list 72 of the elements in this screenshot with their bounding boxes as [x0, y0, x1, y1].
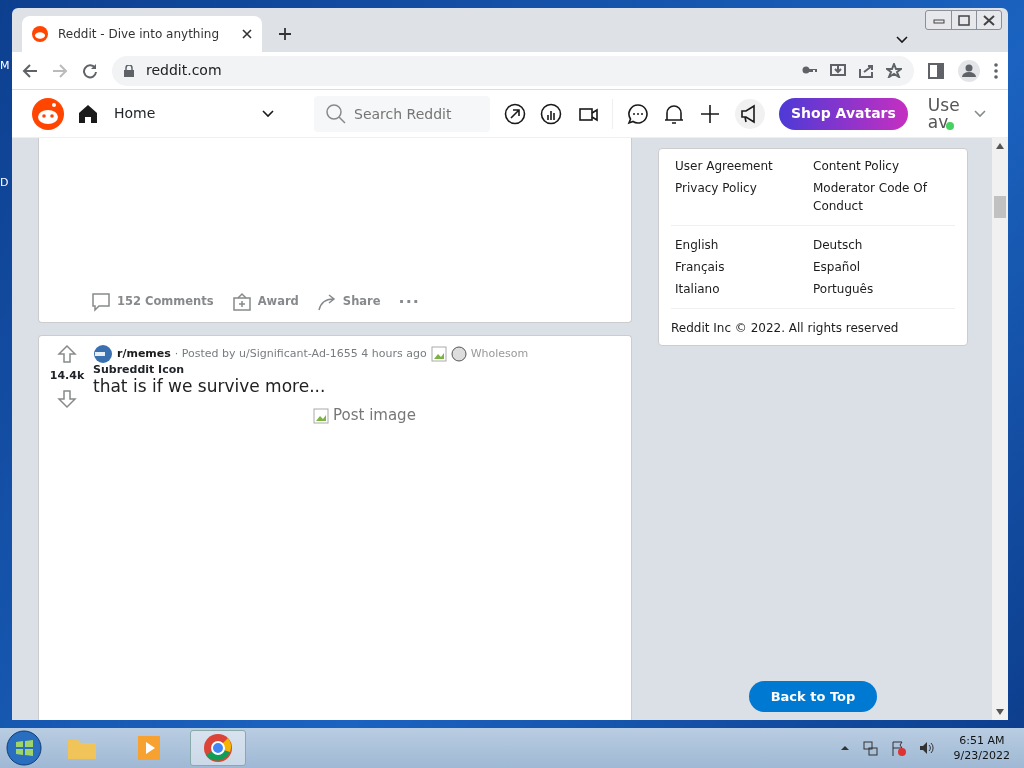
- policy-link[interactable]: User Agreement: [675, 157, 813, 175]
- chat-bubble-icon[interactable]: [627, 102, 649, 125]
- language-link[interactable]: Italiano: [675, 280, 813, 298]
- bar-chart-icon[interactable]: [540, 102, 562, 125]
- back-to-top-button[interactable]: Back to Top: [749, 681, 877, 712]
- language-link[interactable]: Português: [813, 280, 951, 298]
- post-title[interactable]: that is if we survive more...: [93, 376, 631, 397]
- close-icon[interactable]: [982, 13, 996, 27]
- feed-dropdown[interactable]: Home: [78, 103, 274, 124]
- policy-link[interactable]: Privacy Policy: [675, 179, 813, 215]
- share-icon: [316, 292, 337, 312]
- megaphone-icon[interactable]: [735, 98, 765, 129]
- clock[interactable]: 6:51 AM 9/23/2022: [953, 732, 1010, 764]
- icon-alt-text: Subreddit Icon: [93, 364, 186, 377]
- scroll-up-icon[interactable]: [995, 142, 1005, 150]
- coin-icon: [450, 346, 467, 362]
- chevron-down-icon[interactable]: [896, 36, 908, 44]
- image-alt-text: Post image: [333, 405, 416, 427]
- network-icon[interactable]: [861, 740, 878, 756]
- tab-title: Reddit - Dive into anything: [58, 26, 220, 43]
- language-link[interactable]: Français: [675, 258, 813, 276]
- maximize-icon[interactable]: [957, 13, 971, 27]
- tray-arrow-icon[interactable]: [839, 743, 850, 753]
- comments-icon: [91, 292, 111, 312]
- address-text: reddit.com: [146, 61, 222, 80]
- subreddit-link[interactable]: r/memes: [117, 345, 171, 363]
- username-text: av: [927, 113, 950, 131]
- browser-tab[interactable]: Reddit - Dive into anything: [22, 16, 262, 52]
- plus-icon[interactable]: [699, 102, 721, 125]
- back-arrow-icon[interactable]: [22, 62, 38, 79]
- award-alt-text: Wholesom: [470, 345, 529, 362]
- post-meta: · Posted by u/Significant-Ad-1655 4 hours ago: [174, 345, 427, 362]
- new-tab-icon[interactable]: [278, 27, 292, 41]
- home-icon: [78, 103, 98, 124]
- username-text: Use: [927, 96, 960, 114]
- upvote-arrow-icon[interactable]: [57, 344, 77, 364]
- start-orb-icon[interactable]: [6, 730, 42, 766]
- copyright-text: Reddit Inc © 2022. All rights reserved: [671, 320, 900, 337]
- policy-link[interactable]: Moderator Code Of Conduct: [813, 179, 951, 215]
- shop-avatars-button[interactable]: Shop Avatars: [779, 97, 908, 130]
- close-icon[interactable]: [242, 29, 252, 39]
- speaker-icon[interactable]: [917, 740, 934, 756]
- forward-arrow-icon: [52, 62, 68, 79]
- reddit-logo-icon[interactable]: [32, 97, 64, 130]
- downvote-arrow-icon[interactable]: [57, 388, 77, 409]
- scroll-down-icon[interactable]: [995, 708, 1005, 716]
- vote-count: 14.4k: [49, 368, 85, 384]
- scrollbar-thumb[interactable]: [994, 196, 1006, 218]
- reddit-logo-icon: [32, 26, 48, 42]
- search-icon: [326, 103, 346, 124]
- lock-icon: [124, 64, 134, 77]
- policy-link[interactable]: Content Policy: [813, 157, 951, 175]
- star-icon[interactable]: [886, 63, 902, 78]
- language-link[interactable]: Deutsch: [813, 236, 951, 254]
- desktop-icon-label[interactable]: M: [0, 58, 12, 75]
- share-icon[interactable]: [858, 63, 874, 78]
- address-bar[interactable]: reddit.com: [112, 55, 914, 86]
- award-icon: [231, 292, 252, 312]
- kebab-menu-icon[interactable]: [994, 62, 998, 79]
- reload-icon[interactable]: [82, 62, 98, 79]
- search-field[interactable]: Search Reddit: [314, 95, 490, 132]
- profile-icon[interactable]: [958, 59, 980, 82]
- taskbar-button[interactable]: [190, 730, 246, 766]
- desktop-icon-label[interactable]: D: [0, 174, 12, 191]
- language-link[interactable]: Español: [813, 258, 951, 276]
- chevron-down-icon: [262, 109, 274, 118]
- language-link[interactable]: English: [675, 236, 813, 254]
- download-icon[interactable]: [830, 63, 846, 78]
- bell-icon[interactable]: [663, 102, 685, 125]
- flag-icon[interactable]: [889, 740, 906, 756]
- arrow-circle-icon[interactable]: [504, 102, 526, 125]
- side-panel-icon[interactable]: [928, 62, 944, 79]
